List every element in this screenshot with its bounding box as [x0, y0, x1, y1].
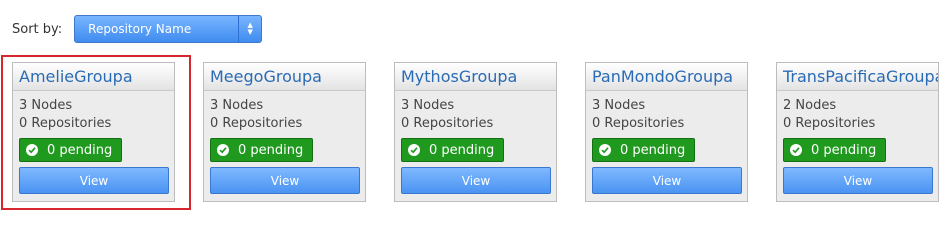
check-circle-icon [217, 144, 229, 156]
check-circle-icon [599, 144, 611, 156]
view-button[interactable]: View [783, 167, 933, 194]
group-card-nodes: 3 Nodes [592, 98, 646, 113]
sort-arrows-icon: ▲ ▼ [238, 16, 261, 42]
sort-select[interactable]: Repository Name ▲ ▼ [74, 15, 263, 43]
view-button[interactable]: View [592, 167, 742, 194]
sort-select-value: Repository Name [88, 22, 192, 36]
view-button[interactable]: View [401, 167, 551, 194]
check-circle-icon [408, 144, 420, 156]
sort-label: Sort by: [12, 21, 63, 37]
group-card-title[interactable]: MythosGroupa [395, 63, 556, 91]
group-card-title[interactable]: PanMondoGroupa [586, 63, 747, 91]
pending-badge[interactable]: 0 pending [210, 138, 314, 162]
group-card-nodes: 3 Nodes [401, 98, 455, 113]
view-button[interactable]: View [210, 167, 360, 194]
group-card: MythosGroupa 3 Nodes 0 Repositories 0 pe… [394, 62, 557, 202]
pending-badge[interactable]: 0 pending [783, 138, 887, 162]
group-card-nodes: 2 Nodes [783, 98, 837, 113]
group-card: TransPacificaGroupa 2 Nodes 0 Repositori… [776, 62, 939, 202]
sort-bar: Sort by: Repository Name ▲ ▼ [12, 15, 263, 43]
pending-badge-label: 0 pending [620, 142, 686, 158]
group-card-repositories: 0 Repositories [401, 116, 494, 131]
pending-badge-label: 0 pending [429, 142, 495, 158]
group-card-repositories: 0 Repositories [210, 116, 303, 131]
group-card-title[interactable]: TransPacificaGroupa [777, 63, 938, 91]
group-card-repositories: 0 Repositories [783, 116, 876, 131]
pending-badge[interactable]: 0 pending [592, 138, 696, 162]
group-card-nodes: 3 Nodes [210, 98, 264, 113]
group-card: MeegoGroupa 3 Nodes 0 Repositories 0 pen… [203, 62, 366, 202]
group-card: PanMondoGroupa 3 Nodes 0 Repositories 0 … [585, 62, 748, 202]
pending-badge-label: 0 pending [811, 142, 877, 158]
group-card-repositories: 0 Repositories [592, 116, 685, 131]
pending-badge-label: 0 pending [238, 142, 304, 158]
group-card-title[interactable]: MeegoGroupa [204, 63, 365, 91]
check-circle-icon [790, 144, 802, 156]
selection-highlight [1, 55, 191, 210]
pending-badge[interactable]: 0 pending [401, 138, 505, 162]
